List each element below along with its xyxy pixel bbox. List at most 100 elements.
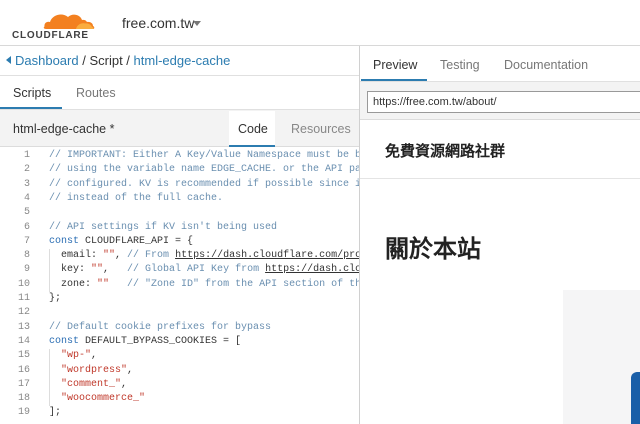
- code-text: // IMPORTANT: Either A Key/Value Namespa…: [49, 149, 359, 163]
- code-line[interactable]: 9 key: "", // Global API Key from https:…: [0, 263, 359, 277]
- code-line[interactable]: 15 "wp-",: [0, 349, 359, 363]
- breadcrumb: Dashboard / Script / html-edge-cache: [6, 53, 230, 68]
- code-token: ,: [103, 264, 128, 276]
- tab-routes[interactable]: Routes: [76, 86, 116, 100]
- code-text: zone: "" // "Zone ID" from the API secti…: [49, 278, 359, 292]
- line-number: 19: [17, 407, 30, 419]
- code-text: ];: [49, 406, 61, 420]
- line-number: 4: [23, 192, 30, 204]
- code-line[interactable]: 10 zone: "" // "Zone ID" from the API se…: [0, 278, 359, 292]
- code-token: // instead of the full cache.: [49, 192, 224, 204]
- code-line[interactable]: 2 // using the variable name EDGE_CACHE. …: [0, 163, 359, 177]
- tab-testing[interactable]: Testing: [440, 58, 480, 72]
- code-line[interactable]: 6 // API settings if KV isn't being used: [0, 221, 359, 235]
- code-line[interactable]: 8 email: "", // From https://dash.cloudf…: [0, 249, 359, 263]
- code-token: https://dash.cloud: [265, 264, 359, 276]
- code-line[interactable]: 13 // Default cookie prefixes for bypass: [0, 321, 359, 335]
- code-text: // Default cookie prefixes for bypass: [49, 321, 271, 335]
- code-token: CLOUDFLARE_API = {: [79, 235, 194, 247]
- cloudflare-logo[interactable]: CLOUDFLARE: [12, 9, 98, 41]
- preview-url-input[interactable]: [367, 91, 640, 113]
- code-token: const: [49, 335, 80, 347]
- line-number: 1: [23, 150, 30, 161]
- code-line[interactable]: 5: [0, 206, 359, 220]
- line-number: 17: [17, 378, 30, 390]
- back-arrow-icon[interactable]: [6, 56, 11, 64]
- code-line[interactable]: 12: [0, 306, 359, 320]
- code-token: "woocommerce_": [61, 393, 146, 405]
- code-line[interactable]: 17 "comment_",: [0, 378, 359, 392]
- code-line[interactable]: 14 const DEFAULT_BYPASS_COOKIES = [: [0, 335, 359, 349]
- code-line[interactable]: 16 "wordpress",: [0, 364, 359, 378]
- preview-page-heading: 關於本站: [385, 236, 481, 263]
- code-token: zone:: [49, 278, 98, 290]
- logo-wordmark: CLOUDFLARE: [12, 30, 89, 41]
- code-token: "": [97, 278, 110, 290]
- domain-selector[interactable]: free.com.tw: [122, 15, 194, 31]
- preview-image: [563, 290, 640, 424]
- preview-site-title[interactable]: 免費資源網路社群: [385, 140, 505, 161]
- line-number: 13: [17, 321, 30, 333]
- code-token: const: [49, 235, 80, 247]
- code-text: };: [49, 292, 61, 306]
- code-token: // API settings if KV isn't being used: [49, 221, 278, 233]
- code-line[interactable]: 3 // configured. KV is recommended if pos…: [0, 178, 359, 192]
- line-number: 6: [23, 221, 30, 233]
- code-token: // using the variable name EDGE_CACHE. o…: [49, 164, 359, 176]
- code-token: "wp-": [61, 350, 92, 362]
- code-text: const CLOUDFLARE_API = {: [49, 235, 193, 249]
- code-token: // Global API Key from: [127, 264, 266, 276]
- line-number: 12: [17, 307, 30, 319]
- code-text: email: "", // From https://dash.cloudfla…: [49, 249, 359, 263]
- code-token: ];: [49, 407, 62, 419]
- code-token: // "Zone ID" from the API section of the: [127, 278, 359, 290]
- code-line[interactable]: 1 // IMPORTANT: Either A Key/Value Namesp…: [0, 149, 359, 163]
- line-number: 3: [23, 178, 30, 190]
- breadcrumb-separator: /: [122, 53, 134, 68]
- line-number: 8: [23, 250, 30, 262]
- breadcrumb-script[interactable]: Script: [89, 53, 122, 68]
- line-number: 7: [23, 235, 30, 247]
- code-text: "comment_",: [49, 378, 127, 392]
- line-number: 14: [17, 335, 30, 347]
- code-token: // Default cookie prefixes for bypass: [49, 321, 272, 333]
- code-token: };: [49, 293, 62, 304]
- indent-guide: [49, 349, 50, 407]
- code-text: // API settings if KV isn't being used: [49, 221, 277, 235]
- line-number: 10: [17, 278, 30, 290]
- code-line[interactable]: 4 // instead of the full cache.: [0, 192, 359, 206]
- divider: [0, 75, 359, 76]
- code-token: ,: [91, 350, 98, 362]
- tab-code[interactable]: Code: [229, 111, 275, 147]
- code-token: ,: [127, 364, 134, 376]
- line-number: 11: [17, 293, 30, 304]
- code-line[interactable]: 11};: [0, 292, 359, 306]
- tab-documentation[interactable]: Documentation: [504, 58, 588, 72]
- code-line[interactable]: 7 const CLOUDFLARE_API = {: [0, 235, 359, 249]
- line-number: 15: [17, 350, 30, 362]
- code-token: email:: [49, 250, 104, 262]
- tab-code-label: Code: [238, 122, 268, 136]
- line-number: 2: [23, 164, 30, 176]
- breadcrumb-dashboard[interactable]: Dashboard: [15, 53, 79, 68]
- code-text: "wp-",: [49, 349, 97, 363]
- code-text: "wordpress",: [49, 364, 133, 378]
- line-number: 16: [17, 364, 30, 376]
- code-token: "": [103, 250, 116, 262]
- chevron-down-icon[interactable]: [193, 21, 201, 26]
- tab-resources[interactable]: Resources: [291, 122, 351, 136]
- tab-scripts[interactable]: Scripts: [13, 86, 51, 100]
- breadcrumb-separator: /: [78, 53, 90, 68]
- code-token: // configured. KV is recommended if poss…: [49, 178, 359, 190]
- code-line[interactable]: 18 "woocommerce_": [0, 392, 359, 406]
- code-line[interactable]: 19];: [0, 406, 359, 420]
- divider: [360, 178, 640, 179]
- tab-preview[interactable]: Preview: [373, 58, 417, 72]
- breadcrumb-current[interactable]: html-edge-cache: [134, 53, 231, 68]
- code-editor[interactable]: 1 // IMPORTANT: Either A Key/Value Namesp…: [0, 147, 359, 424]
- code-text: // using the variable name EDGE_CACHE. o…: [49, 163, 359, 177]
- code-text: const DEFAULT_BYPASS_COOKIES = [: [49, 335, 241, 349]
